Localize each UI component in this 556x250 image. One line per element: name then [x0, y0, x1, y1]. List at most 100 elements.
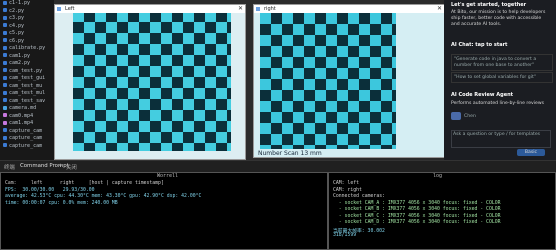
file-name: calibrate.py: [9, 45, 46, 51]
file-icon: [3, 0, 7, 5]
app-icon: [57, 7, 61, 11]
file-name: cam_test_sav: [9, 97, 46, 104]
terminal-tabbar: 终端 Command Prompt + 关闭: [0, 160, 556, 172]
close-icon[interactable]: ✕: [437, 5, 442, 13]
file-icon: [3, 83, 7, 87]
ai-chat-heading[interactable]: AI Chat: tap to start: [451, 42, 507, 48]
file-icon: [3, 15, 7, 20]
file-item[interactable]: c6.py: [0, 38, 54, 46]
right-camera-window[interactable]: right ✕: [253, 4, 445, 158]
file-icon: [3, 143, 7, 147]
file-name: cam_test_mul: [9, 90, 46, 96]
right-camera-view: [254, 13, 444, 157]
image-caption: Number Scan 13 mm: [258, 150, 322, 157]
file-name: c4.py: [9, 22, 25, 29]
terminal-line: - socket CAM_C : IMX377 4056 x 3040 focu…: [333, 213, 501, 219]
file-icon: [3, 90, 7, 95]
file-name: c2.py: [9, 7, 25, 14]
new-tab-button[interactable]: +: [58, 163, 63, 169]
terminal-line: Cam: left right [host | capture timestam…: [5, 181, 164, 186]
terminal-line: 318/1599: [333, 233, 357, 238]
file-item[interactable]: cam_test_mu: [0, 83, 54, 91]
left-window-titlebar[interactable]: Left ✕: [55, 5, 245, 13]
file-name: capture_cam: [9, 127, 43, 134]
terminal-line: - socket CAM_D : IMX377 4056 x 3040 focu…: [333, 220, 501, 225]
terminal-line: CAM: left: [333, 181, 359, 186]
file-icon: [3, 120, 7, 125]
file-item[interactable]: cam_test_sav: [0, 98, 54, 106]
log-terminal[interactable]: log CAM: left CAM: right Connected cameras…: [328, 172, 556, 250]
model-select[interactable]: Basic: [517, 149, 545, 156]
file-name: capture_cam: [9, 135, 43, 141]
terminal-line: time: 00:00:07 cpu: 0.0% mem: 240.00 MB: [5, 200, 118, 206]
file-icon: [3, 45, 7, 50]
file-item[interactable]: c1-1.py: [0, 0, 54, 8]
file-item[interactable]: capture_cam: [0, 135, 54, 143]
file-item[interactable]: c5.py: [0, 30, 54, 38]
file-name: cam_test_mu: [9, 82, 43, 89]
terminal-line: - socket CAM_B : IMX377 4056 x 3040 focu…: [333, 207, 501, 212]
log-terminal-title: log: [433, 173, 443, 179]
file-icon: [3, 38, 7, 42]
file-item[interactable]: cam_test_gui: [0, 75, 54, 83]
file-name: cam2.py: [9, 60, 31, 66]
file-item[interactable]: calibrate.py: [0, 45, 54, 53]
file-icon: [3, 105, 7, 110]
example-prompt-2[interactable]: "How to set global variables for git": [451, 72, 553, 83]
file-item[interactable]: c3.py: [0, 15, 54, 23]
file-name: c3.py: [9, 15, 25, 21]
terminal-line: FPS: 30.00/30.00 29.93/30.00: [5, 187, 95, 193]
chat-intro: At Bito, our mission is to help develope…: [451, 10, 546, 27]
checkerboard: [73, 13, 231, 151]
file-name: cam_test.py: [9, 67, 43, 74]
file-item[interactable]: cam1.mp4: [0, 120, 54, 128]
file-item[interactable]: cam1.py: [0, 53, 54, 61]
file-icon: [3, 113, 7, 117]
file-icon: [3, 128, 7, 132]
file-item[interactable]: capture_cam: [0, 143, 54, 151]
user-label: Chen: [464, 114, 476, 119]
file-item[interactable]: cam2.py: [0, 60, 54, 68]
file-item[interactable]: c2.py: [0, 8, 54, 16]
file-name: cam0.mp4: [9, 112, 34, 119]
file-icon: [3, 68, 7, 72]
chat-panel: Let's get started, together At Bito, our…: [444, 0, 556, 160]
file-explorer: c1-1.py c2.py c3.py c4.py c5.py c6.py calibrat…: [0, 0, 54, 160]
stats-terminal[interactable]: Worrell Cam: left right [host | capture …: [0, 172, 328, 250]
file-item[interactable]: c4.py: [0, 23, 54, 31]
file-icon: [3, 75, 7, 80]
file-name: cam_test_gui: [9, 75, 46, 81]
file-name: c5.py: [9, 30, 25, 36]
file-name: cam1.py: [9, 52, 31, 59]
stats-terminal-title: Worrell: [157, 173, 179, 179]
chat-input[interactable]: Ask a question or type / for templates: [451, 130, 551, 148]
close-icon[interactable]: ✕: [238, 5, 243, 13]
left-window-title: Left: [65, 6, 75, 12]
checkerboard: [260, 13, 396, 149]
close-tab-button[interactable]: 关闭: [66, 163, 77, 171]
file-icon: [3, 23, 7, 27]
avatar: [451, 112, 461, 120]
file-name: capture_cam: [9, 142, 43, 149]
example-prompt-1[interactable]: "Generate code in java to convert a numb…: [451, 54, 553, 71]
file-name: camera.md: [9, 105, 37, 111]
file-icon: [3, 98, 7, 102]
file-name: c6.py: [9, 37, 25, 44]
terminal-line: - socket CAM_A : IMX377 4056 x 3040 focu…: [333, 200, 501, 206]
review-agent-text: Performs automated line-by-line reviews: [451, 101, 545, 106]
file-item[interactable]: cam_test.py: [0, 68, 54, 76]
right-window-titlebar[interactable]: right ✕: [254, 5, 444, 13]
app-icon: [256, 7, 260, 11]
file-item[interactable]: camera.md: [0, 105, 54, 113]
file-item[interactable]: cam0.mp4: [0, 113, 54, 121]
right-window-title: right: [264, 6, 276, 12]
terminal-line: average: 42.53°C cpu: 44.30°C mem: 43.30…: [5, 194, 202, 199]
file-icon: [3, 60, 7, 65]
review-agent-heading: AI Code Review Agent: [451, 92, 514, 98]
file-item[interactable]: capture_cam: [0, 128, 54, 136]
tab-terminal[interactable]: 终端: [4, 163, 15, 171]
left-camera-window[interactable]: Left ✕: [54, 4, 246, 160]
left-camera-view: [55, 13, 245, 159]
file-item[interactable]: cam_test_mul: [0, 90, 54, 98]
file-icon: [3, 30, 7, 35]
